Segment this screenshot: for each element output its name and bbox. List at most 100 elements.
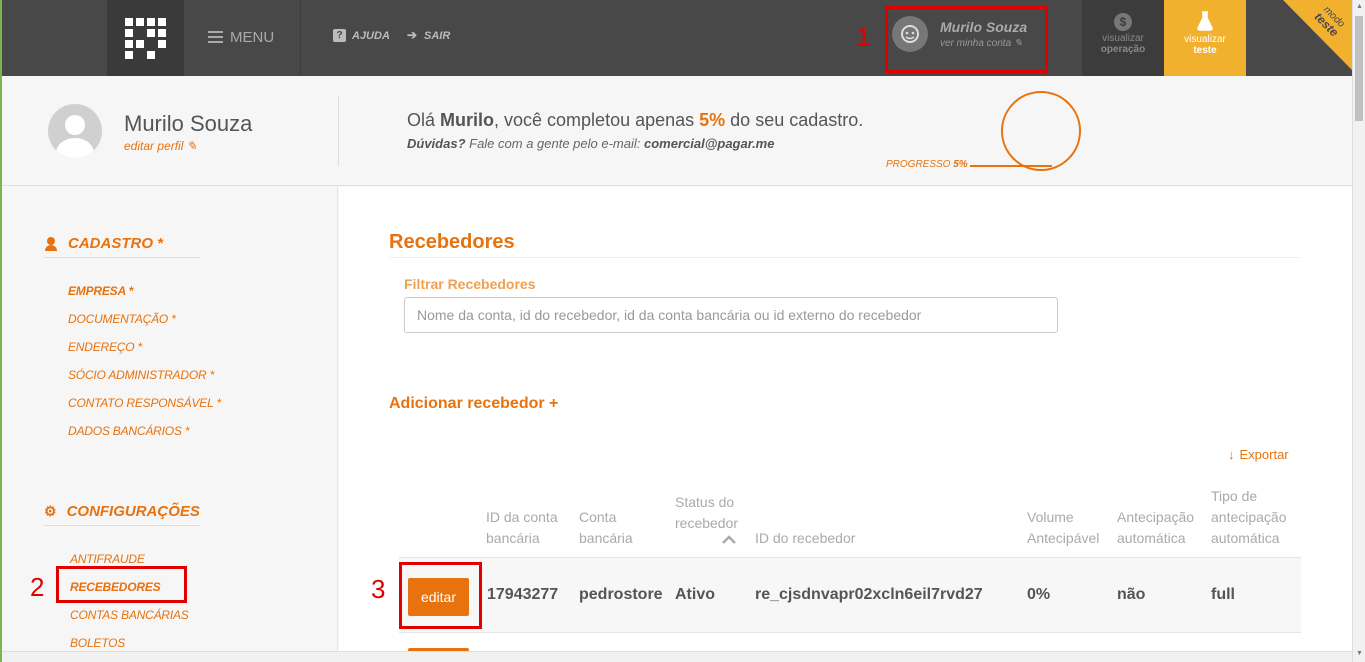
sidebar-item-antifraude[interactable]: ANTIFRAUDE [70,552,145,566]
progress-value: 5% [953,159,968,170]
view-test-button[interactable]: visualizar teste [1164,0,1246,86]
divider [44,525,200,526]
filter-label: Filtrar Recebedores [404,276,536,292]
progress-label-text: PROGRESSO [886,159,954,170]
sidebar-item-socio-administrador[interactable]: SÓCIO ADMINISTRADOR * [68,368,214,382]
sidebar-item-documentacao[interactable]: DOCUMENTAÇÃO * [68,312,176,326]
config-title-label: CONFIGURAÇÕES [66,503,200,520]
view-test-line1: visualizar [1184,34,1226,45]
sidebar-item-contas-bancarias[interactable]: CONTAS BANCÁRIAS [70,608,189,622]
doubts-text: Fale com a gente pelo e-mail: [465,136,644,151]
profile-header: Murilo Souza editar perfil ✎ Olá Murilo,… [2,76,1352,186]
header-line: Antecipável [1027,530,1100,546]
horizontal-scrollbar[interactable] [0,651,1352,662]
config-section-title: ⚙ CONFIGURAÇÕES [44,503,200,520]
cell-bank-account: pedrostore [579,586,663,603]
page-title: Recebedores [389,231,515,253]
flask-icon [1164,11,1246,34]
dollar-icon: $ [1114,13,1132,31]
header-line: antecipação [1211,509,1287,525]
greeting-prefix: Olá [407,110,441,130]
sidebar-item-boletos[interactable]: BOLETOS [70,636,125,650]
divider [338,96,339,166]
header-line: automática [1117,530,1186,546]
hamburger-icon [208,28,223,46]
export-button[interactable]: ↓ Exportar [1228,447,1289,462]
cell-auto-anticipation-type: full [1211,586,1235,603]
pencil-icon: ✎ [186,139,197,153]
header-line: bancária [579,530,633,546]
divider [44,257,200,258]
contact-email[interactable]: comercial@pagar.me [644,136,774,151]
greeting-name: Murilo [440,110,495,130]
header-line: Status do [675,494,735,510]
sidebar-item-endereco[interactable]: ENDEREÇO * [68,340,142,354]
greeting-percent: 5% [699,110,726,130]
logout-icon: ➔ [407,28,418,42]
annotation-box-1 [885,6,1048,73]
progress-label: PROGRESSO 5% [886,159,968,170]
logout-label: SAIR [424,29,451,42]
test-mode-ribbon [1283,0,1352,70]
completion-greeting: Olá Murilo, você completou apenas 5% do … [407,110,863,131]
header-line: Tipo de [1211,488,1258,504]
column-header-recipient-id[interactable]: ID do recebedor [755,528,855,549]
menu-button[interactable]: MENU [208,28,274,46]
profile-name: Murilo Souza [124,111,253,136]
annotation-number-3: 3 [371,574,386,604]
cadastro-section-title: CADASTRO * [44,235,163,252]
gear-icon: ⚙ [44,503,57,519]
cell-bank-account-id: 17943277 [487,586,559,603]
cadastro-title-label: CADASTRO * [68,235,164,252]
vertical-scrollbar[interactable]: ▲ ▼ [1352,0,1365,662]
scroll-down-icon[interactable]: ▼ [1356,650,1363,657]
header-line: bancária [486,530,540,546]
scrollbar-thumb[interactable] [1355,16,1363,121]
doubts-label: Dúvidas? [407,136,466,151]
search-input[interactable] [404,297,1058,333]
progress-circle [1001,91,1081,171]
logo-icon [125,17,166,59]
view-operation-button[interactable]: $ visualizar operação [1082,0,1164,76]
header-line: ID da conta [486,509,558,525]
edit-profile-link[interactable]: editar perfil ✎ [124,139,197,153]
edit-profile-label: editar perfil [124,139,184,153]
annotation-box-3 [399,562,482,629]
sidebar-item-empresa[interactable]: EMPRESA * [68,284,133,298]
column-header-auto-anticipation[interactable]: Antecipação automática [1117,507,1194,549]
column-header-auto-anticipation-type[interactable]: Tipo de antecipação automática [1211,486,1287,549]
left-accent-strip [0,0,2,662]
sidebar-item-dados-bancarios[interactable]: DADOS BANCÁRIOS * [68,424,189,438]
scroll-up-icon[interactable]: ▲ [1356,3,1363,10]
logout-link[interactable]: ➔ SAIR [407,29,450,42]
view-operation-line2: operação [1100,44,1146,55]
greeting-suffix: do seu cadastro. [725,110,864,130]
cell-auto-anticipation: não [1117,586,1146,603]
add-recipient-button[interactable]: Adicionar recebedor + [389,395,558,413]
avatar [48,104,102,158]
sidebar-item-contato-responsavel[interactable]: CONTATO RESPONSÁVEL * [68,396,221,410]
header-line: Volume [1027,509,1074,525]
question-icon: ? [333,29,346,42]
cell-anticipable-volume: 0% [1027,586,1051,603]
main-content: Recebedores Filtrar Recebedores Adiciona… [339,187,1352,658]
help-label: AJUDA [352,29,390,42]
logo[interactable] [107,0,184,76]
annotation-number-1: 1 [856,22,871,52]
view-operation-line1: visualizar [1102,33,1144,44]
contact-line: Dúvidas? Fale com a gente pelo e-mail: c… [407,136,774,151]
divider [389,257,1300,258]
annotation-box-2 [56,566,187,603]
user-icon [44,236,58,251]
column-header-status[interactable]: Status do recebedor [675,492,738,534]
header-line: Conta [579,509,617,525]
column-header-bank-account[interactable]: Conta bancária [579,507,633,549]
annotation-number-2: 2 [30,572,45,602]
column-header-bank-account-id[interactable]: ID da conta bancária [486,507,558,549]
sort-ascending-icon[interactable] [722,531,736,547]
greeting-mid: , você completou apenas [494,110,700,130]
column-header-anticipable-volume[interactable]: Volume Antecipável [1027,507,1099,549]
help-link[interactable]: ? AJUDA [333,29,390,42]
header-line: automática [1211,530,1280,546]
cell-status: Ativo [675,586,715,603]
